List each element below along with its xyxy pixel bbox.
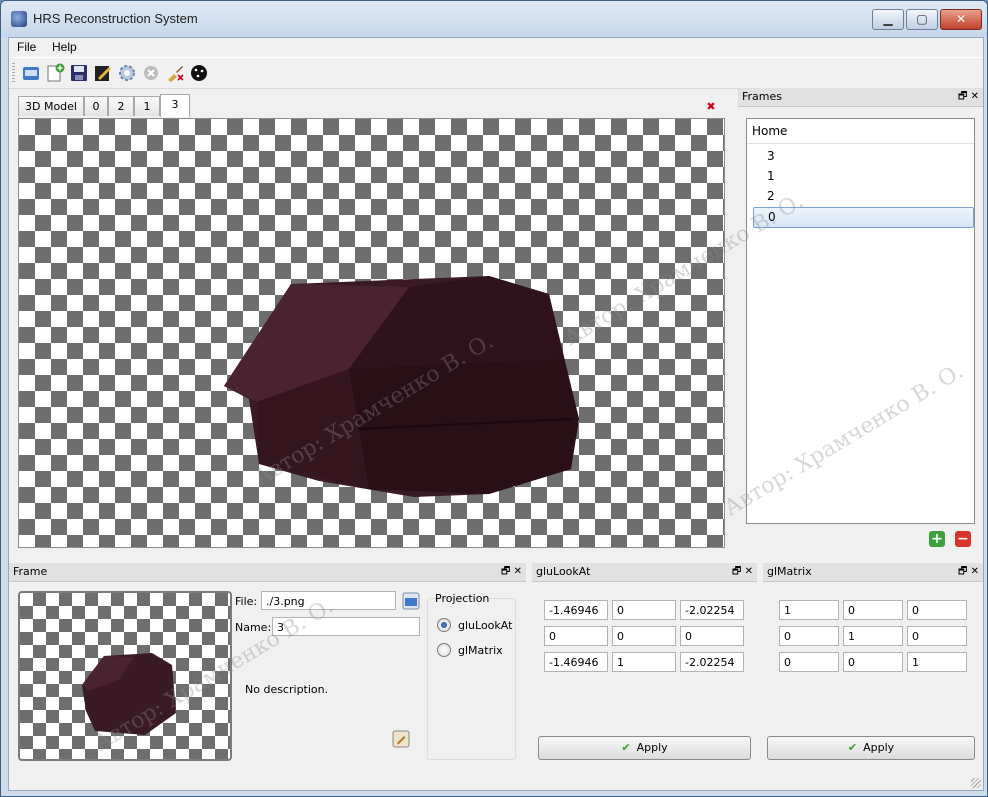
frame-dock-label: Frame [13, 565, 48, 578]
plus-icon: + [931, 531, 943, 547]
file-label: File: [235, 595, 258, 608]
open-icon[interactable] [21, 63, 41, 83]
frame-dock-title[interactable]: Frame 🗗 ✕ [9, 563, 526, 582]
frames-tree-root: Home [752, 124, 788, 138]
glulookat-cell[interactable]: 0 [544, 626, 608, 646]
resize-grip[interactable] [971, 778, 981, 788]
tab-frame-3[interactable]: 3 [160, 94, 190, 117]
tab-frame-0[interactable]: 0 [84, 96, 108, 116]
close-tab-icon[interactable]: ✖ [706, 101, 716, 112]
frame-thumbnail [18, 591, 232, 761]
maximize-button[interactable]: ▢ [906, 9, 938, 30]
glmatrix-cell[interactable]: 0 [907, 626, 967, 646]
frames-item-3[interactable]: 3 [753, 147, 972, 166]
edit-icon[interactable] [93, 63, 113, 83]
glmatrix-cell[interactable]: 1 [843, 626, 903, 646]
frames-item-0[interactable]: 0 [753, 207, 974, 228]
file-field[interactable]: ./3.png [261, 591, 396, 610]
glulookat-dock-title[interactable]: gluLookAt 🗗 ✕ [532, 563, 757, 582]
name-label: Name: [235, 621, 272, 634]
frames-item-label: 0 [768, 210, 776, 224]
menu-help[interactable]: Help [52, 40, 77, 54]
glmatrix-cell[interactable]: 0 [907, 600, 967, 620]
glmatrix-apply-button[interactable]: ✔ Apply [767, 736, 975, 760]
glulookat-cell[interactable]: -2.02254 [680, 652, 744, 672]
glulookat-cell[interactable]: -2.02254 [680, 600, 744, 620]
dock-float-close-icon[interactable]: 🗗 ✕ [732, 563, 753, 581]
minus-icon: − [957, 531, 969, 547]
glmatrix-dock-label: glMatrix [767, 565, 812, 578]
frame-viewport[interactable] [18, 118, 725, 548]
tab-frame-1[interactable]: 1 [134, 96, 160, 116]
projection-title: Projection [435, 592, 490, 605]
apply-label: Apply [863, 741, 895, 754]
toolbar-grip[interactable] [12, 63, 15, 83]
frames-tree[interactable]: Home 3 1 2 0 [746, 118, 975, 524]
add-frame-button[interactable]: + [929, 531, 945, 547]
save-icon[interactable] [69, 63, 89, 83]
glulookat-cell[interactable]: -1.46946 [544, 652, 608, 672]
check-icon: ✔ [847, 741, 858, 754]
dock-float-close-icon[interactable]: 🗗 ✕ [958, 563, 979, 581]
frames-item-label: 1 [767, 169, 775, 183]
app-icon [11, 11, 27, 27]
frames-item-label: 2 [767, 189, 775, 203]
new-icon[interactable] [45, 63, 65, 83]
glmatrix-cell[interactable]: 1 [907, 652, 967, 672]
remove-frame-button[interactable]: − [955, 531, 971, 547]
browse-folder-icon[interactable] [402, 592, 420, 610]
glulookat-cell[interactable]: 0 [680, 626, 744, 646]
client-area: File Help 3D Model 0 2 1 3 ✖ Frames 🗗 ✕ … [8, 37, 984, 791]
frames-item-2[interactable]: 2 [753, 187, 972, 206]
glulookat-cell[interactable]: 0 [612, 626, 676, 646]
glulookat-cell[interactable]: 0 [612, 600, 676, 620]
frames-item-1[interactable]: 1 [753, 167, 972, 186]
glulookat-cell[interactable]: 1 [612, 652, 676, 672]
maximize-icon: ▢ [916, 12, 928, 26]
frames-dock-title[interactable]: Frames 🗗 ✕ [738, 88, 983, 107]
tab-3d-model[interactable]: 3D Model [18, 96, 84, 116]
projection-glmatrix-label[interactable]: glMatrix [458, 644, 503, 657]
main-window: HRS Reconstruction System ▁ ▢ ✕ File Hel… [0, 0, 988, 797]
frames-dock-label: Frames [742, 90, 783, 103]
close-icon: ✕ [955, 12, 967, 26]
glmatrix-cell[interactable]: 1 [779, 600, 839, 620]
toolbar [9, 57, 983, 89]
edit-description-icon[interactable] [392, 730, 410, 748]
window-title: HRS Reconstruction System [33, 11, 198, 26]
dock-float-close-icon[interactable]: 🗗 ✕ [958, 88, 979, 106]
projection-glulookat-radio[interactable] [437, 618, 451, 632]
name-field[interactable]: 3 [272, 617, 420, 636]
frames-item-label: 3 [767, 149, 775, 163]
apply-label: Apply [636, 741, 668, 754]
menu-file[interactable]: File [17, 40, 36, 54]
frames-tree-header[interactable]: Home [747, 119, 974, 144]
house-thumbnail-image [82, 653, 176, 735]
projection-glmatrix-radio[interactable] [437, 643, 451, 657]
stop-icon[interactable] [141, 63, 161, 83]
glulookat-dock-label: gluLookAt [536, 565, 591, 578]
minimize-icon: ▁ [883, 12, 893, 26]
house-model-image [224, 276, 579, 497]
minimize-button[interactable]: ▁ [872, 9, 904, 30]
glmatrix-cell[interactable]: 0 [843, 600, 903, 620]
check-icon: ✔ [621, 741, 631, 754]
projection-glulookat-label[interactable]: gluLookAt [458, 619, 512, 632]
glmatrix-cell[interactable]: 0 [779, 626, 839, 646]
glmatrix-dock-title[interactable]: glMatrix 🗗 ✕ [763, 563, 983, 582]
title-bar[interactable]: HRS Reconstruction System ▁ ▢ ✕ [1, 1, 987, 37]
glulookat-cell[interactable]: -1.46946 [544, 600, 608, 620]
glmatrix-cell[interactable]: 0 [843, 652, 903, 672]
glulookat-apply-button[interactable]: ✔ Apply [538, 736, 751, 760]
dice-icon[interactable] [189, 63, 209, 83]
dock-float-close-icon[interactable]: 🗗 ✕ [501, 563, 522, 581]
description-text: No description. [245, 683, 329, 696]
close-window-button[interactable]: ✕ [940, 9, 982, 30]
tab-frame-2[interactable]: 2 [108, 96, 134, 116]
settings-icon[interactable] [117, 63, 137, 83]
menu-bar: File Help [9, 38, 983, 57]
glmatrix-cell[interactable]: 0 [779, 652, 839, 672]
brush-icon[interactable] [165, 63, 185, 83]
